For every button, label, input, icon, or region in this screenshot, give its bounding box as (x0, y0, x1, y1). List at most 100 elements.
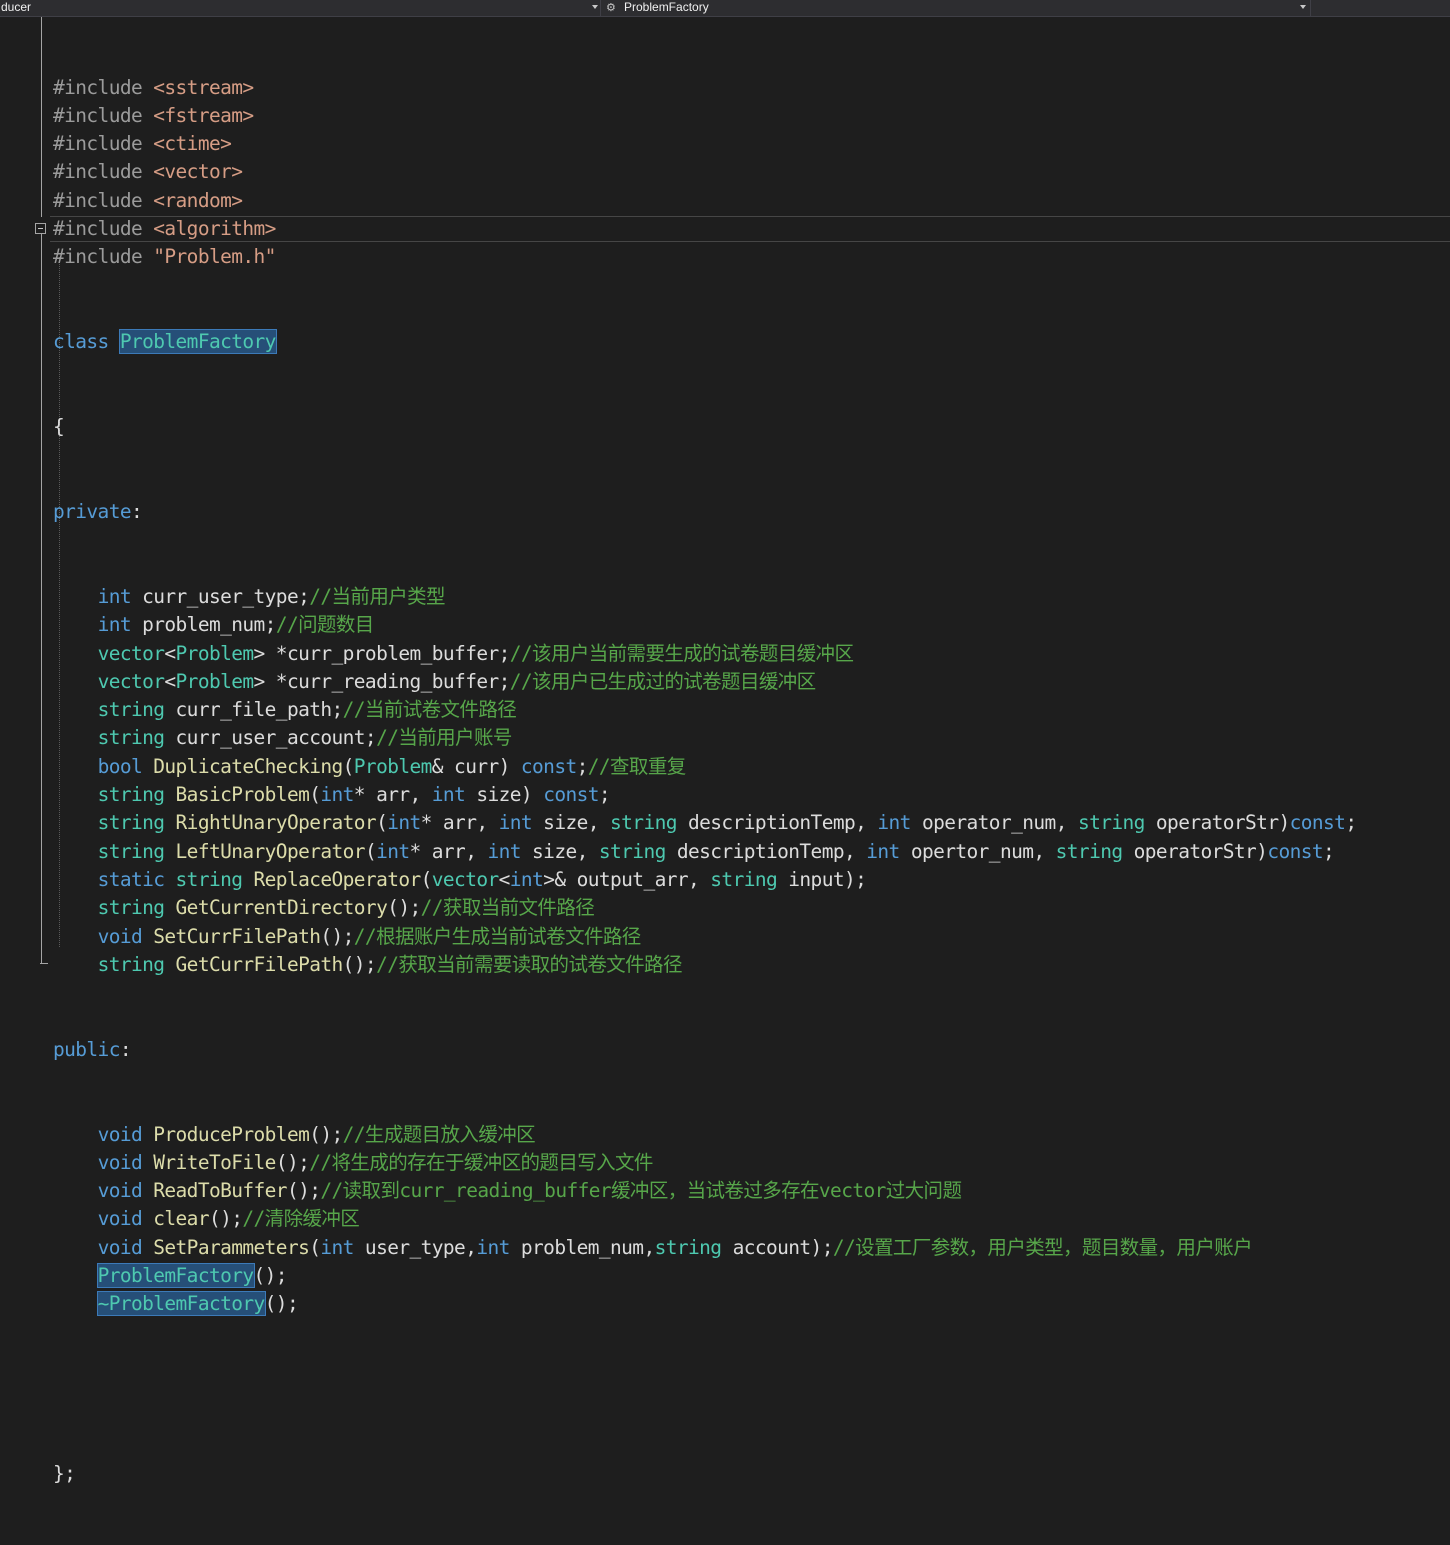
code-token: >& output_arr, (543, 867, 711, 891)
code-token: //当前试卷文件路径 (342, 698, 517, 722)
private-keyword: private (53, 500, 132, 524)
include-directive: #include (53, 132, 143, 156)
member-line: void clear();//清除缓冲区 (53, 1205, 1356, 1233)
include-file: <vector> (153, 160, 243, 184)
member-line: void ProduceProblem();//生成题目放入缓冲区 (53, 1121, 1356, 1149)
code-token: clear (153, 1207, 209, 1231)
symbol-name: ProblemFactory (624, 0, 709, 14)
code-token: void (97, 1122, 143, 1146)
code-token: //查取重复 (587, 754, 686, 778)
code-text[interactable]: #include <sstream> #include <fstream> #inc… (53, 17, 1357, 1545)
code-token: operatorStr) (1122, 839, 1268, 863)
outline-line (41, 229, 42, 964)
code-token: GetCurrentDirectory (175, 896, 388, 920)
code-token: vector (431, 867, 499, 891)
chevron-down-icon[interactable] (1300, 5, 1306, 9)
navigation-bar: ducer ⚙ ProblemFactory (0, 0, 1450, 17)
code-token: int (498, 811, 533, 835)
code-token: int (866, 839, 900, 863)
code-token: void (97, 1235, 143, 1259)
code-token: string (654, 1235, 722, 1259)
code-token: * arr, (409, 839, 488, 863)
code-token: ( (309, 1235, 321, 1259)
code-token: //当前用户账号 (376, 726, 512, 750)
code-token: int (320, 783, 354, 807)
code-token: int (97, 613, 132, 637)
code-token: input); (777, 867, 867, 891)
class-keyword: class (53, 330, 109, 354)
code-token: (); (264, 1292, 299, 1316)
include-directive: #include (53, 188, 143, 212)
constructor-name[interactable]: ~ProblemFactory (96, 1291, 266, 1317)
chevron-down-icon[interactable] (592, 5, 598, 9)
code-token: curr_user_account; (164, 726, 377, 750)
close-brace-text: }; (53, 1462, 76, 1486)
code-token: > *curr_problem_buffer; (253, 641, 511, 665)
include-line: #include "Problem.h" (53, 243, 1356, 271)
code-token: ReplaceOperator (253, 867, 422, 891)
member-line: ~ProblemFactory(); (53, 1290, 1356, 1318)
project-dropdown[interactable]: ducer (0, 0, 601, 16)
include-directive: #include (53, 245, 143, 269)
member-line: bool DuplicateChecking(Problem& curr) co… (53, 753, 1356, 781)
code-token: const (520, 754, 577, 778)
code-token: string (97, 698, 165, 722)
class-close: }; (53, 1460, 1356, 1488)
code-token: LeftUnaryOperator (175, 839, 366, 863)
code-token: string (1055, 839, 1123, 863)
code-token: int (431, 783, 466, 807)
code-token: //该用户已生成过的试卷题目缓冲区 (509, 669, 816, 693)
code-token: curr_user_type; (130, 584, 310, 608)
open-brace: { (53, 413, 1356, 441)
class-icon: ⚙ (606, 2, 616, 14)
include-directive: #include (53, 160, 143, 184)
code-token: (); (286, 1179, 321, 1203)
code-token: void (97, 1207, 143, 1231)
include-directive: #include (53, 103, 143, 127)
code-token: GetCurrFilePath (175, 952, 344, 976)
member-line: void SetParammeters(int user_type,int pr… (53, 1234, 1356, 1262)
code-token: string (175, 867, 243, 891)
code-token: string (97, 839, 165, 863)
code-token: string (97, 896, 165, 920)
code-token: void (97, 924, 143, 948)
code-token: & curr) (431, 754, 521, 778)
code-token: DuplicateChecking (153, 754, 343, 778)
code-token: string (97, 811, 165, 835)
constructor-name[interactable]: ProblemFactory (96, 1263, 255, 1289)
open-brace-text: { (53, 415, 65, 439)
collapse-icon[interactable] (35, 223, 46, 234)
code-token: < (164, 669, 176, 693)
symbol-dropdown[interactable]: ⚙ ProblemFactory (604, 0, 1311, 16)
code-token: operatorStr) (1144, 811, 1290, 835)
code-token: < (164, 641, 176, 665)
code-token: //读取到curr_reading_buffer缓冲区，当试卷过多存在vecto… (320, 1179, 962, 1203)
class-name[interactable]: ProblemFactory (118, 329, 277, 355)
code-token: (); (208, 1207, 243, 1231)
outline-end (40, 963, 48, 964)
code-token: //设置工厂参数，用户类型，题目数量，用户账户 (832, 1235, 1253, 1259)
include-line: #include <sstream> (53, 74, 1356, 102)
code-token: problem_num, (509, 1235, 655, 1259)
code-token: (); (253, 1264, 288, 1288)
include-file: "Problem.h" (153, 245, 276, 269)
member-line: int curr_user_type;//当前用户类型 (53, 583, 1356, 611)
code-editor[interactable]: #include <sstream> #include <fstream> #inc… (0, 17, 1450, 1485)
code-token: > *curr_reading_buffer; (253, 669, 511, 693)
code-token: ReadToBuffer (153, 1179, 287, 1203)
code-token: BasicProblem (175, 783, 310, 807)
code-token: SetCurrFilePath (153, 924, 321, 948)
code-token: (); (320, 924, 354, 948)
code-token: ( (376, 811, 388, 835)
code-token: void (97, 1179, 143, 1203)
code-token: int (320, 1235, 354, 1259)
code-token: ProduceProblem (153, 1122, 310, 1146)
